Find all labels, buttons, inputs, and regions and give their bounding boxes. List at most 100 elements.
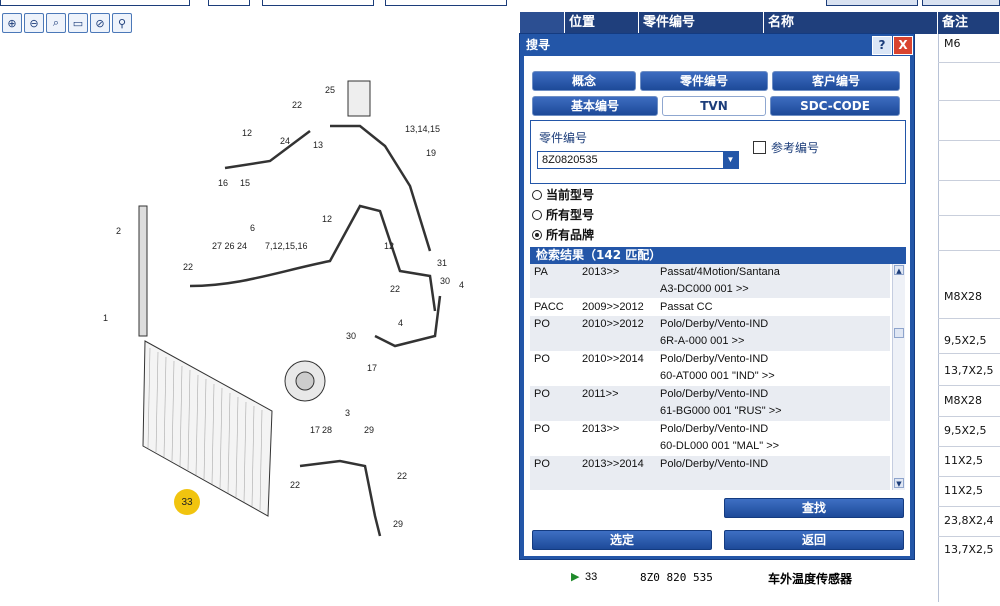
result-year: 2011>> (582, 388, 619, 400)
row-divider (938, 536, 1000, 537)
note-cell: 13,7X2,5 (944, 364, 994, 377)
svg-text:1: 1 (103, 313, 108, 323)
top-field-3[interactable] (262, 0, 374, 6)
tab-base-number[interactable]: 基本编号 (532, 96, 658, 116)
col-header-part-no[interactable]: 零件编号 (639, 12, 764, 34)
note-cell: 9,5X2,5 (944, 424, 987, 437)
expansion-valve (347, 80, 371, 117)
top-field-1[interactable] (0, 0, 190, 6)
zoom-out-icon[interactable]: ⊖ (24, 13, 44, 33)
scroll-thumb[interactable] (894, 328, 904, 338)
radio-current-model[interactable]: 当前型号 (532, 186, 594, 203)
tab-part-number[interactable]: 零件编号 (640, 71, 768, 91)
parts-diagram: 25 22 13,14,15 24 12 13 19 16 15 12 6 12 2 27 26 … (0, 36, 520, 602)
list-item[interactable]: PO 2011>> Polo/Derby/Vento-IND 61-BG000 … (530, 388, 890, 422)
top-field-4[interactable] (385, 0, 507, 6)
list-item[interactable]: PO 2013>>2014 Polo/Derby/Vento-IND (530, 458, 890, 488)
zoom-area-icon[interactable]: ⌕ (46, 13, 66, 33)
result-year: 2010>>2014 (582, 353, 644, 365)
list-item[interactable]: PA 2013>> Passat/4Motion/Santana A3-DC00… (530, 266, 890, 300)
row-divider (938, 215, 1000, 216)
result-year: 2010>>2012 (582, 318, 644, 330)
svg-text:29: 29 (393, 519, 403, 529)
svg-text:17: 17 (367, 363, 377, 373)
note-cell: M8X28 (944, 290, 983, 303)
row-divider (938, 318, 1000, 319)
play-icon[interactable]: ▶ (571, 570, 579, 583)
part-number-value: 8Z0820535 (542, 154, 598, 166)
top-field-2[interactable] (208, 0, 250, 6)
dialog-title: 搜寻 (526, 38, 551, 52)
svg-text:28: 28 (322, 425, 332, 435)
scroll-down-icon[interactable]: ▼ (894, 478, 904, 488)
radio-all-models[interactable]: 所有型号 (532, 206, 594, 223)
table-toolbar-cell[interactable] (520, 12, 565, 34)
svg-text:4: 4 (398, 318, 403, 328)
row-part-no: 8Z0 820 535 (640, 571, 713, 584)
list-item[interactable]: PO 2010>>2014 Polo/Derby/Vento-IND 60-AT… (530, 353, 890, 387)
svg-text:22: 22 (183, 262, 193, 272)
col-header-pos[interactable]: 位置 (565, 12, 639, 34)
list-item[interactable]: PACC 2009>>2012 Passat CC (530, 301, 890, 317)
note-cell: 9,5X2,5 (944, 334, 987, 347)
svg-text:24: 24 (280, 136, 290, 146)
zoom-fit-icon[interactable]: ▭ (68, 13, 88, 33)
svg-text:13: 13 (313, 140, 323, 150)
results-scrollbar[interactable]: ▲ ▼ (892, 264, 905, 490)
radio-selected-icon (532, 229, 542, 240)
result-model: Polo/Derby/Vento-IND (660, 458, 769, 470)
col-header-name[interactable]: 名称 (764, 12, 938, 34)
col-header-notes[interactable]: 备注 (938, 12, 1000, 34)
svg-text:12: 12 (242, 128, 252, 138)
zoom-toolbar: ⊕ ⊖ ⌕ ▭ ⊘ ⚲ (2, 13, 132, 35)
radio-label: 所有型号 (546, 208, 595, 222)
help-button[interactable]: ? (872, 36, 892, 55)
tab-sdc-code[interactable]: SDC-CODE (770, 96, 900, 116)
row-divider (938, 140, 1000, 141)
back-button[interactable]: 返回 (724, 530, 904, 550)
list-item[interactable]: PO 2013>> Polo/Derby/Vento-IND 60-DL000 … (530, 423, 890, 457)
result-range: 60-AT000 001 "IND" >> (660, 370, 775, 382)
result-model: Passat CC (660, 301, 713, 313)
reference-number-checkbox[interactable] (753, 141, 766, 154)
chevron-down-icon[interactable]: ▼ (723, 152, 738, 168)
tab-concept[interactable]: 概念 (532, 71, 636, 91)
close-button[interactable]: X (893, 36, 913, 55)
svg-text:29: 29 (364, 425, 374, 435)
zoom-in-icon[interactable]: ⊕ (2, 13, 22, 33)
select-button[interactable]: 选定 (532, 530, 712, 550)
result-year: 2013>>2014 (582, 458, 644, 470)
highlight-badge[interactable]: 33 (174, 489, 200, 515)
list-item[interactable]: PO 2010>>2012 Polo/Derby/Vento-IND 6R-A-… (530, 318, 890, 352)
svg-text:30: 30 (346, 331, 356, 341)
scroll-up-icon[interactable]: ▲ (894, 265, 904, 275)
result-code: PO (534, 353, 550, 365)
table-row[interactable]: ▶ 33 8Z0 820 535 车外温度传感器 (565, 566, 1000, 590)
search-icon[interactable]: ⚲ (112, 13, 132, 33)
note-cell: 23,8X2,4 (944, 514, 994, 527)
result-range: 60-DL000 001 "MAL" >> (660, 440, 780, 452)
result-code: PACC (534, 301, 564, 313)
part-number-dropdown[interactable]: 8Z0820535 ▼ (537, 151, 739, 169)
tab-customer-number[interactable]: 客户编号 (772, 71, 900, 91)
radio-all-brands[interactable]: 所有品牌 (532, 226, 594, 243)
top-icon-group-2[interactable] (922, 0, 1000, 6)
zoom-reset-icon[interactable]: ⊘ (90, 13, 110, 33)
drier-column (138, 205, 148, 337)
row-divider (938, 62, 1000, 63)
svg-text:25: 25 (325, 85, 335, 95)
result-range: A3-DC000 001 >> (660, 283, 749, 295)
top-toolbar (0, 0, 1000, 10)
search-dialog: 搜寻 ? X 概念 零件编号 客户编号 基本编号 TVN SDC-CODE 零件… (519, 33, 915, 560)
svg-text:19: 19 (426, 148, 436, 158)
result-model: Passat/4Motion/Santana (660, 266, 780, 278)
radio-icon (532, 189, 542, 200)
svg-text:31: 31 (437, 258, 447, 268)
result-model: Polo/Derby/Vento-IND (660, 353, 769, 365)
result-model: Polo/Derby/Vento-IND (660, 388, 769, 400)
radio-icon (532, 209, 542, 220)
find-button[interactable]: 查找 (724, 498, 904, 518)
top-icon-group[interactable] (826, 0, 918, 6)
tab-tvn[interactable]: TVN (662, 96, 766, 116)
part-number-group: 零件编号 8Z0820535 ▼ 参考编号 (530, 120, 906, 184)
